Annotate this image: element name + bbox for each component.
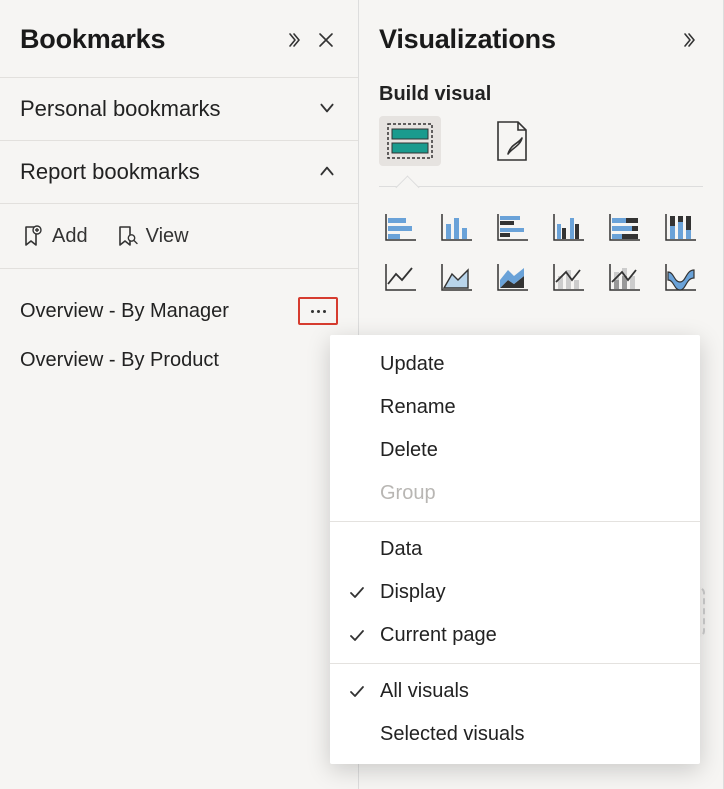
menu-separator — [330, 521, 700, 522]
visualizations-panel-header: Visualizations — [359, 0, 723, 77]
bookmark-label: Overview - By Manager — [20, 300, 294, 323]
stacked-column-chart-icon[interactable] — [435, 207, 479, 247]
menu-item-data[interactable]: Data — [330, 528, 700, 571]
check-icon — [348, 584, 380, 602]
clustered-bar-chart-icon[interactable] — [491, 207, 535, 247]
divider — [379, 186, 703, 187]
menu-item-display[interactable]: Display — [330, 571, 700, 614]
format-page-icon — [492, 120, 532, 162]
collapse-panel-button[interactable] — [284, 28, 308, 52]
menu-item-all-visuals[interactable]: All visuals — [330, 670, 700, 713]
menu-separator — [330, 663, 700, 664]
add-bookmark-button[interactable]: Add — [20, 224, 88, 248]
report-bookmarks-section[interactable]: Report bookmarks — [0, 141, 358, 204]
bookmarks-title: Bookmarks — [20, 24, 278, 55]
line-clustered-column-icon[interactable] — [547, 257, 591, 297]
menu-item-label: Display — [380, 581, 680, 604]
menu-item-current-page[interactable]: Current page — [330, 614, 700, 657]
personal-bookmarks-section[interactable]: Personal bookmarks — [0, 77, 358, 141]
bookmark-list: Overview - By Manager Overview - By Prod… — [0, 269, 358, 400]
menu-item-label: All visuals — [380, 680, 680, 703]
bookmark-more-button[interactable] — [298, 297, 338, 325]
bookmark-item[interactable]: Overview - By Manager — [0, 285, 358, 337]
close-panel-button[interactable] — [314, 28, 338, 52]
bookmark-label: Overview - By Product — [20, 349, 338, 372]
menu-item-label: Update — [380, 353, 680, 376]
hundred-stacked-column-icon[interactable] — [659, 207, 703, 247]
hundred-stacked-bar-icon[interactable] — [603, 207, 647, 247]
bookmark-add-icon — [20, 224, 44, 248]
menu-item-group: Group — [330, 472, 700, 515]
format-visual-tab[interactable] — [481, 116, 543, 166]
build-visual-tab[interactable] — [379, 116, 441, 166]
check-icon — [348, 627, 380, 645]
visualization-types-grid — [359, 187, 723, 297]
menu-item-label: Current page — [380, 624, 680, 647]
bookmark-view-icon — [114, 224, 138, 248]
menu-item-rename[interactable]: Rename — [330, 386, 700, 429]
bookmarks-panel-header: Bookmarks — [0, 0, 358, 77]
stacked-area-chart-icon[interactable] — [491, 257, 535, 297]
report-bookmarks-label: Report bookmarks — [20, 159, 318, 185]
chevron-up-icon — [318, 162, 338, 182]
bookmarks-panel: Bookmarks Personal bookmarks Report book… — [0, 0, 359, 789]
viz-mode-tabs — [359, 116, 723, 180]
check-icon — [348, 683, 380, 701]
menu-item-update[interactable]: Update — [330, 343, 700, 386]
chevron-down-icon — [318, 99, 338, 119]
clustered-column-chart-icon[interactable] — [547, 207, 591, 247]
collapse-panel-button[interactable] — [679, 28, 703, 52]
line-chart-icon[interactable] — [379, 257, 423, 297]
bookmark-actions: Add View — [0, 204, 358, 269]
menu-item-label: Delete — [380, 439, 680, 462]
menu-item-label: Rename — [380, 396, 680, 419]
view-label: View — [146, 225, 189, 248]
view-bookmark-button[interactable]: View — [114, 224, 189, 248]
menu-item-label: Group — [380, 482, 680, 505]
ribbon-chart-icon[interactable] — [659, 257, 703, 297]
ellipsis-icon — [311, 310, 326, 313]
line-stacked-column-icon[interactable] — [603, 257, 647, 297]
stacked-bar-chart-icon[interactable] — [379, 207, 423, 247]
personal-bookmarks-label: Personal bookmarks — [20, 96, 318, 122]
table-icon — [387, 123, 433, 159]
menu-item-delete[interactable]: Delete — [330, 429, 700, 472]
menu-item-label: Data — [380, 538, 680, 561]
menu-item-selected-visuals[interactable]: Selected visuals — [330, 713, 700, 756]
build-visual-label: Build visual — [359, 77, 723, 116]
area-chart-icon[interactable] — [435, 257, 479, 297]
add-label: Add — [52, 225, 88, 248]
menu-item-label: Selected visuals — [380, 723, 680, 746]
bookmark-item[interactable]: Overview - By Product — [0, 337, 358, 384]
visualizations-title: Visualizations — [379, 24, 673, 55]
bookmark-context-menu: Update Rename Delete Group Data Display Curren… — [330, 335, 700, 764]
